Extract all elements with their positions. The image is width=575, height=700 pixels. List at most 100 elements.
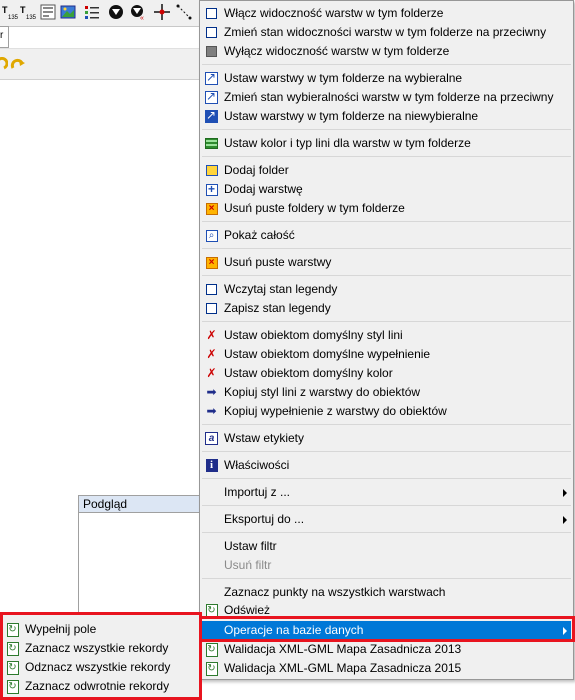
copy-style-icon: ➡ [206, 385, 217, 399]
menu-item-refresh[interactable]: ↻ Odśwież [202, 601, 571, 620]
menu-separator [202, 478, 571, 479]
menu-item-toggle-visibility[interactable]: Zmień stan widoczności warstw w tym fold… [202, 23, 571, 42]
menu-item-label: Zapisz stan legendy [224, 301, 331, 315]
menu-separator [202, 221, 571, 222]
menu-separator [202, 156, 571, 157]
tab-stub-label: r [0, 30, 4, 41]
submenu-item-deselect-all[interactable]: ↻ Odznacz wszystkie rekordy [3, 658, 197, 677]
symbol-icon[interactable]: « [130, 4, 146, 20]
submenu-item-select-all[interactable]: ↻ Zaznacz wszystkie rekordy [3, 639, 197, 658]
menu-item-label: Eksportuj do ... [224, 512, 305, 526]
menu-item-export[interactable]: Eksportuj do ... [202, 510, 571, 529]
menu-item-set-selectable[interactable]: Ustaw warstwy w tym folderze na wybieral… [202, 69, 571, 88]
submenu-arrow-icon [563, 516, 567, 524]
tab-stub[interactable]: r [0, 26, 9, 48]
app-toolbar-secondary [0, 48, 200, 80]
menu-item-database-operations[interactable]: Operacje na bazie danych [202, 621, 571, 640]
menu-item-copy-line-style[interactable]: ➡ Kopiuj styl lini z warstwy do obiektów [202, 383, 571, 402]
menu-item-label: Ustaw warstwy w tym folderze na niewybie… [224, 109, 479, 123]
list-icon[interactable] [84, 4, 100, 20]
crosshair-icon[interactable] [154, 4, 170, 20]
menu-item-validation-2013[interactable]: ↻ Walidacja XML-GML Mapa Zasadnicza 2013 [202, 640, 571, 659]
menu-item-properties[interactable]: i Właściwości [202, 456, 571, 475]
menu-item-remove-filter[interactable]: Usuń filtr [202, 556, 571, 575]
menu-item-zoom-all[interactable]: ⌕ Pokaż całość [202, 226, 571, 245]
menu-item-label: Ustaw warstwy w tym folderze na wybieral… [224, 71, 463, 85]
menu-item-set-line-style[interactable]: Ustaw kolor i typ lini dla warstw w tym … [202, 134, 571, 153]
style-reset-icon: ✗ [206, 366, 217, 380]
picture-icon[interactable] [40, 4, 56, 20]
refresh-icon: ↻ [6, 660, 19, 675]
measure-line-icon[interactable] [176, 4, 192, 20]
menu-separator [202, 532, 571, 533]
menu-item-import[interactable]: Importuj z ... [202, 483, 571, 502]
layer-filter-icon[interactable] [108, 4, 124, 20]
undo-icon[interactable] [0, 56, 9, 74]
zoom-icon: ⌕ [204, 228, 219, 243]
checkbox-empty-icon [204, 6, 219, 21]
submenu-arrow-icon [563, 627, 567, 635]
menu-item-label: Kopiuj wypełnienie z warstwy do obiektów [224, 404, 447, 418]
menu-item-label: Ustaw filtr [224, 539, 277, 553]
menu-item-label: Walidacja XML-GML Mapa Zasadnicza 2015 [224, 661, 462, 675]
preview-panel: Podgląd [78, 495, 202, 627]
menu-item-default-color[interactable]: ✗ Ustaw obiektom domyślny kolor [202, 364, 571, 383]
refresh-icon: ↻ [205, 661, 218, 676]
svg-text:T: T [20, 5, 26, 15]
svg-text:«: « [140, 15, 144, 20]
menu-separator [202, 451, 571, 452]
menu-separator [202, 248, 571, 249]
refresh-icon: ↻ [205, 603, 218, 618]
redo-icon[interactable] [10, 57, 26, 74]
menu-separator [202, 64, 571, 65]
menu-item-save-legend[interactable]: Zapisz stan legendy [202, 299, 571, 318]
menu-separator [202, 275, 571, 276]
svg-text:135: 135 [26, 15, 36, 20]
delete-icon: × [204, 201, 219, 216]
menu-item-set-filter[interactable]: Ustaw filtr [202, 537, 571, 556]
text-size-icon[interactable]: T 135 [20, 4, 36, 20]
menu-item-add-layer[interactable]: + Dodaj warstwę [202, 180, 571, 199]
menu-item-remove-empty-folders[interactable]: × Usuń puste foldery w tym folderze [202, 199, 571, 218]
submenu-item-fill-field[interactable]: ↻ Wypełnij pole [3, 620, 197, 639]
submenu-arrow-icon [563, 489, 567, 497]
menu-item-set-unselectable[interactable]: Ustaw warstwy w tym folderze na niewybie… [202, 107, 571, 126]
menu-item-default-fill[interactable]: ✗ Ustaw obiektom domyślne wypełnienie [202, 345, 571, 364]
selectable-arrow-dark-icon [204, 108, 219, 124]
menu-item-disable-visibility[interactable]: Wyłącz widoczność warstw w tym folderze [202, 42, 571, 61]
submenu-item-invert-selection[interactable]: ↻ Zaznacz odwrotnie rekordy [3, 677, 197, 696]
menu-item-label: Usuń puste foldery w tym folderze [224, 201, 405, 215]
menu-item-label: Operacje na bazie danych [224, 623, 364, 637]
refresh-icon: ↻ [6, 641, 19, 656]
refresh-icon: ↻ [205, 642, 218, 657]
menu-item-label: Kopiuj styl lini z warstwy do obiektów [224, 385, 421, 399]
menu-item-validation-2015[interactable]: ↻ Walidacja XML-GML Mapa Zasadnicza 2015 [202, 659, 571, 678]
menu-item-label: Odśwież [224, 603, 271, 617]
folder-icon [204, 163, 219, 178]
style-reset-icon: ✗ [206, 347, 217, 361]
image-icon[interactable] [60, 4, 76, 20]
menu-item-insert-labels[interactable]: a Wstaw etykiety [202, 429, 571, 448]
menu-item-enable-visibility[interactable]: Włącz widoczność warstw w tym folderze [202, 4, 571, 23]
menu-item-toggle-selectable[interactable]: Zmień stan wybieralności warstw w tym fo… [202, 88, 571, 107]
menu-separator [202, 321, 571, 322]
menu-item-label: Dodaj warstwę [224, 182, 303, 196]
menu-separator [202, 505, 571, 506]
layer-folder-context-menu: Włącz widoczność warstw w tym folderze Z… [199, 0, 574, 680]
submenu-item-label: Zaznacz odwrotnie rekordy [25, 679, 170, 693]
label-icon: a [204, 431, 219, 446]
menu-separator [202, 578, 571, 579]
app-toolbar: T 135 T 135 « [0, 0, 200, 27]
menu-item-label: Właściwości [224, 458, 290, 472]
menu-item-default-line-style[interactable]: ✗ Ustaw obiektom domyślny styl lini [202, 326, 571, 345]
menu-item-select-points[interactable]: Zaznacz punkty na wszystkich warstwach [202, 583, 571, 602]
menu-item-remove-empty-layers[interactable]: × Usuń puste warstwy [202, 253, 571, 272]
menu-item-label: Wyłącz widoczność warstw w tym folderze [224, 44, 450, 58]
menu-item-add-folder[interactable]: Dodaj folder [202, 161, 571, 180]
menu-item-load-legend[interactable]: Wczytaj stan legendy [202, 280, 571, 299]
checkbox-empty-icon [204, 282, 219, 297]
menu-item-label: Ustaw obiektom domyślny kolor [224, 366, 393, 380]
database-operations-submenu: ↻ Wypełnij pole ↻ Zaznacz wszystkie reko… [0, 613, 200, 700]
table-properties-icon[interactable]: T 135 [2, 4, 18, 20]
menu-item-copy-fill[interactable]: ➡ Kopiuj wypełnienie z warstwy do obiekt… [202, 402, 571, 421]
